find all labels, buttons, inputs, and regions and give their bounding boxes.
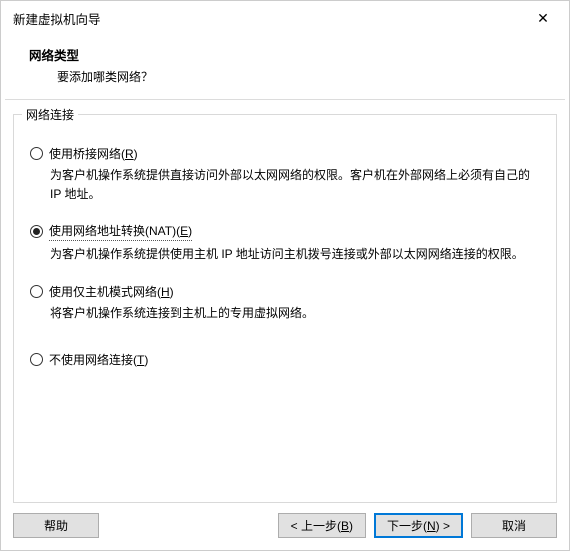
radio-none-label: 不使用网络连接(T) — [49, 351, 148, 368]
page-subtitle: 要添加哪类网络？ — [29, 64, 551, 85]
radio-hostonly-desc: 将客户机操作系统连接到主机上的专用虚拟网络。 — [30, 300, 540, 323]
radio-hostonly-label: 使用仅主机模式网络(H) — [49, 283, 174, 300]
radio-bridged[interactable]: 使用桥接网络(R) — [30, 145, 540, 162]
close-button[interactable]: ✕ — [523, 4, 563, 32]
radio-bridged-desc: 为客户机操作系统提供直接访问外部以太网网络的权限。客户机在外部网络上必须有自己的… — [30, 162, 540, 204]
radio-nat[interactable]: 使用网络地址转换(NAT)(E) — [30, 222, 540, 241]
radio-bridged-label: 使用桥接网络(R) — [49, 145, 138, 162]
radio-nat-label: 使用网络地址转换(NAT)(E) — [49, 222, 192, 241]
option-hostonly: 使用仅主机模式网络(H) 将客户机操作系统连接到主机上的专用虚拟网络。 — [30, 283, 540, 323]
footer-buttons: 帮助 < 上一步(B) 下一步(N) > 取消 — [1, 503, 569, 550]
radio-icon — [30, 147, 43, 160]
radio-icon — [30, 225, 43, 238]
network-connection-group: 网络连接 使用桥接网络(R) 为客户机操作系统提供直接访问外部以太网网络的权限。… — [13, 114, 557, 503]
back-button[interactable]: < 上一步(B) — [278, 513, 366, 538]
option-nat: 使用网络地址转换(NAT)(E) 为客户机操作系统提供使用主机 IP 地址访问主… — [30, 222, 540, 264]
radio-icon — [30, 285, 43, 298]
page-header: 网络类型 要添加哪类网络？ — [1, 35, 569, 99]
radio-nat-desc: 为客户机操作系统提供使用主机 IP 地址访问主机拨号连接或外部以太网网络连接的权… — [30, 241, 540, 264]
page-title: 网络类型 — [29, 45, 551, 64]
radio-none[interactable]: 不使用网络连接(T) — [30, 351, 540, 368]
cancel-button[interactable]: 取消 — [471, 513, 557, 538]
help-button[interactable]: 帮助 — [13, 513, 99, 538]
group-title: 网络连接 — [22, 106, 78, 123]
content-area: 网络连接 使用桥接网络(R) 为客户机操作系统提供直接访问外部以太网网络的权限。… — [1, 100, 569, 503]
window-title: 新建虚拟机向导 — [13, 9, 523, 28]
radio-hostonly[interactable]: 使用仅主机模式网络(H) — [30, 283, 540, 300]
radio-icon — [30, 353, 43, 366]
close-icon: ✕ — [537, 10, 549, 27]
option-bridged: 使用桥接网络(R) 为客户机操作系统提供直接访问外部以太网网络的权限。客户机在外… — [30, 145, 540, 204]
option-none: 不使用网络连接(T) — [30, 351, 540, 368]
next-button[interactable]: 下一步(N) > — [374, 513, 463, 538]
titlebar: 新建虚拟机向导 ✕ — [1, 1, 569, 35]
wizard-dialog: 新建虚拟机向导 ✕ 网络类型 要添加哪类网络？ 网络连接 使用桥接网络(R) 为… — [0, 0, 570, 551]
